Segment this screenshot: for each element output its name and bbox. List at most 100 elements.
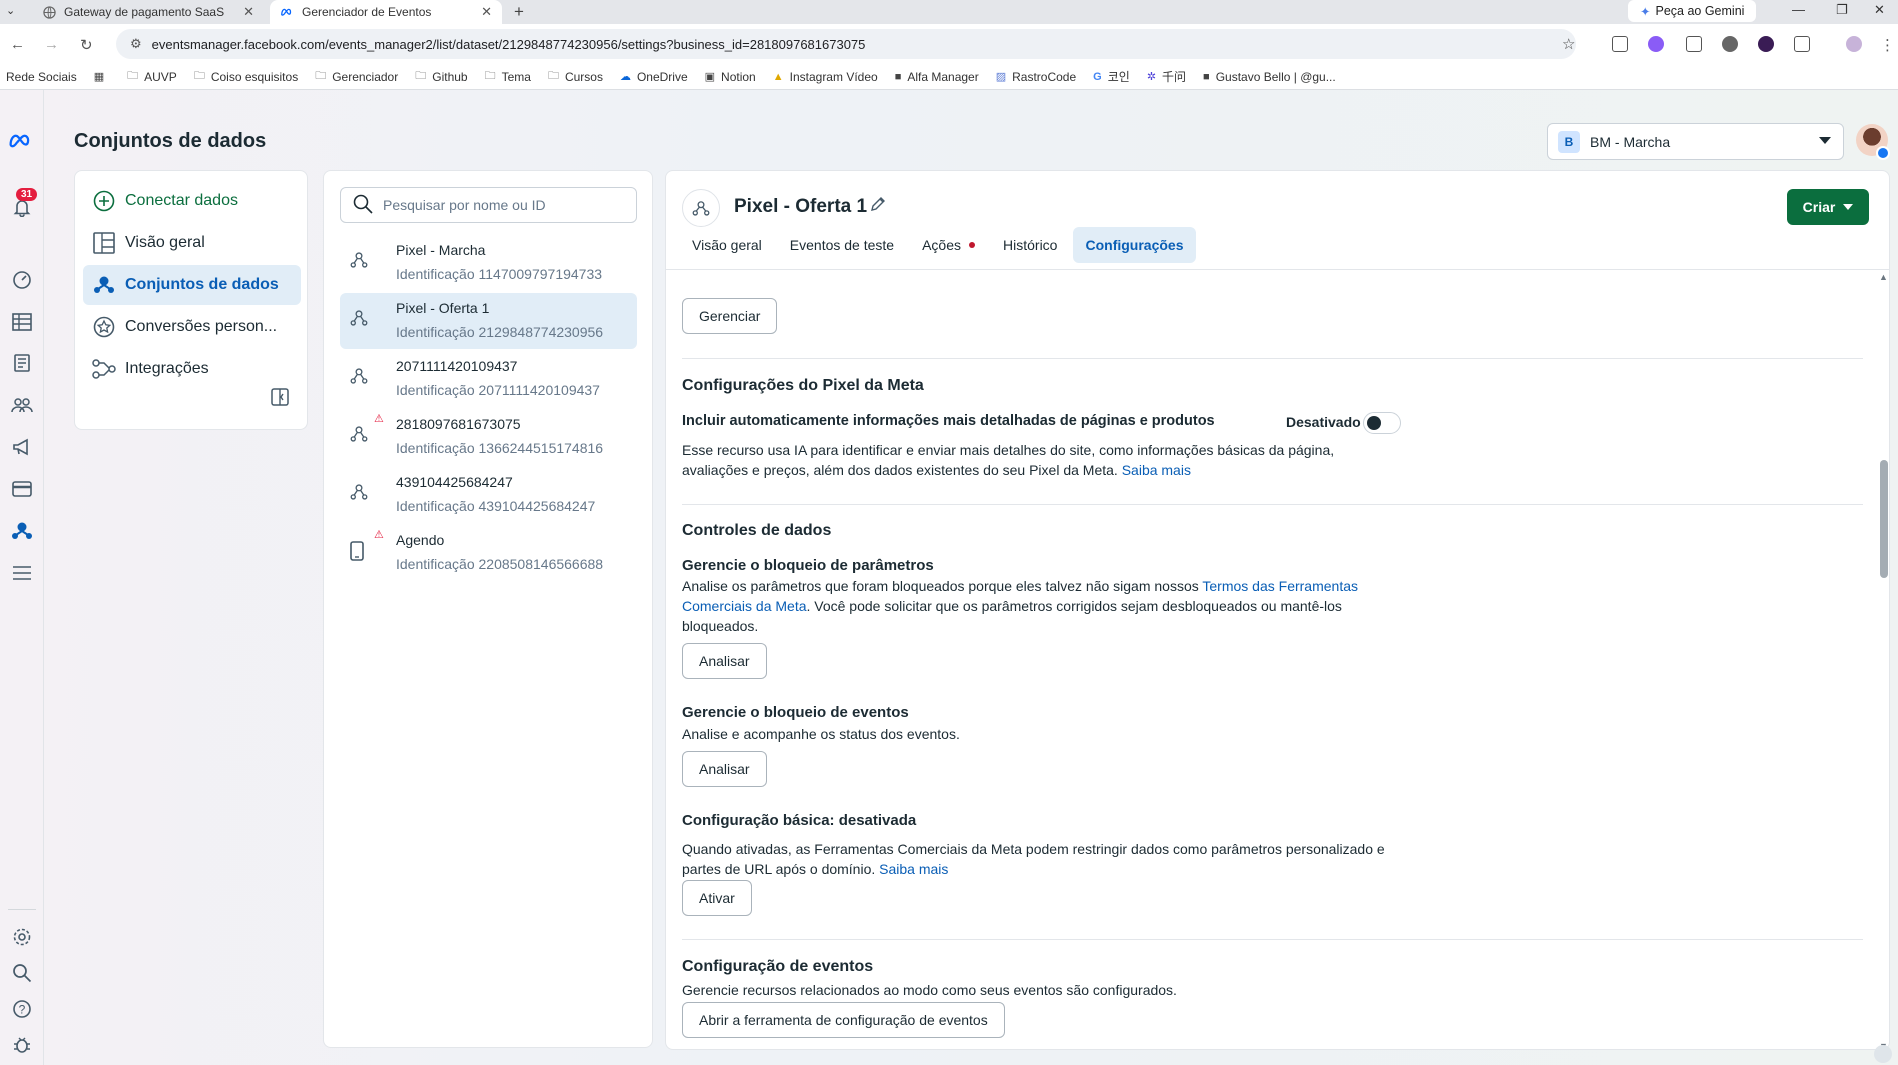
create-label: Criar bbox=[1802, 199, 1836, 215]
datasets-active-icon[interactable] bbox=[11, 520, 33, 542]
tab-actions[interactable]: Ações bbox=[910, 227, 987, 263]
extensions-puzzle-icon[interactable] bbox=[1794, 36, 1810, 52]
bookmark-gustavo-bello[interactable]: ■ Gustavo Bello | @gu... bbox=[1203, 70, 1336, 84]
scrollbar-thumb[interactable] bbox=[1880, 460, 1888, 578]
bookmark-notion[interactable]: ▣ Notion bbox=[705, 70, 756, 84]
table-icon[interactable] bbox=[11, 311, 33, 333]
tab-test-events[interactable]: Eventos de teste bbox=[778, 227, 906, 263]
folder-icon: 🗀 bbox=[484, 70, 496, 82]
folder-icon: 🗀 bbox=[415, 70, 427, 82]
tab-close-icon[interactable]: ✕ bbox=[481, 4, 492, 20]
warning-triangle-icon: ⚠ bbox=[374, 529, 384, 541]
scroll-up-arrow-icon[interactable]: ▲ bbox=[1879, 272, 1888, 282]
nav-datasets[interactable]: Conjuntos de dados bbox=[83, 265, 301, 305]
scrollbar[interactable]: ▲ ▼ bbox=[1877, 270, 1889, 1049]
bookmark-onedrive[interactable]: ☁ OneDrive bbox=[620, 70, 688, 84]
bookmark-google[interactable]: G 코인 bbox=[1093, 68, 1130, 85]
extension-dark-icon[interactable] bbox=[1758, 36, 1774, 52]
tab-overview[interactable]: Visão geral bbox=[680, 227, 774, 263]
billing-card-icon[interactable] bbox=[11, 478, 33, 500]
event-blocking-title: Gerencie o bloqueio de eventos bbox=[682, 704, 909, 721]
audiences-icon[interactable] bbox=[11, 394, 33, 416]
activate-button[interactable]: Ativar bbox=[682, 880, 752, 916]
dataset-list-item[interactable]: Pixel - Marcha Identificação 114700979719… bbox=[340, 235, 637, 291]
new-tab-icon[interactable]: + bbox=[514, 2, 524, 22]
dashboard-gauge-icon[interactable] bbox=[11, 269, 33, 291]
analyze-parameters-button[interactable]: Analisar bbox=[682, 643, 767, 679]
bookmark-qianwen[interactable]: ✲ 千问 bbox=[1147, 68, 1186, 85]
bookmark-rastrocode[interactable]: ▨ RastroCode bbox=[996, 70, 1076, 84]
dataset-list-item[interactable]: 2071111420109437 Identificação 2071111420… bbox=[340, 351, 637, 407]
help-icon[interactable]: ? bbox=[11, 998, 33, 1020]
browser-menu-icon[interactable]: ⋮ bbox=[1880, 36, 1895, 54]
dataset-list-item[interactable]: ⚠ 2818097681673075 Identificação 136624451… bbox=[340, 409, 637, 465]
nav-integrations[interactable]: Integrações bbox=[83, 349, 301, 389]
forward-icon[interactable]: → bbox=[44, 36, 59, 53]
business-initial: B bbox=[1558, 130, 1580, 153]
bookmark-folder[interactable]: 🗀 AUVP bbox=[127, 67, 177, 86]
close-window-icon[interactable]: ✕ bbox=[1874, 2, 1885, 18]
help-bubble-icon[interactable] bbox=[1874, 1045, 1892, 1063]
bookmark-folder[interactable]: 🗀 Tema bbox=[485, 67, 531, 86]
tab-history[interactable]: Histórico bbox=[991, 227, 1069, 263]
analyze-events-button[interactable]: Analisar bbox=[682, 751, 767, 787]
all-tools-menu-icon[interactable] bbox=[11, 562, 33, 584]
pixel-icon bbox=[682, 189, 720, 227]
learn-more-link[interactable]: Saiba mais bbox=[879, 861, 948, 877]
bug-report-icon[interactable] bbox=[11, 1034, 33, 1056]
ask-gemini-button[interactable]: ✦ Peça ao Gemini bbox=[1628, 0, 1757, 22]
edit-pencil-icon[interactable] bbox=[870, 196, 886, 217]
rastrocode-icon: ▨ bbox=[995, 71, 1007, 83]
back-icon[interactable]: ← bbox=[10, 36, 25, 53]
collapse-panel-icon[interactable] bbox=[271, 388, 289, 411]
extension-qr-icon[interactable] bbox=[1612, 36, 1628, 52]
datasets-icon bbox=[91, 273, 117, 297]
dataset-list-item[interactable]: 439104425684247 Identificação 43910442568… bbox=[340, 467, 637, 523]
profile-icon[interactable] bbox=[1846, 36, 1862, 52]
reload-icon[interactable]: ↻ bbox=[80, 36, 93, 54]
bookmark-rede-sociais[interactable]: Rede Sociais bbox=[6, 70, 77, 84]
tab-close-icon[interactable]: ✕ bbox=[243, 4, 254, 20]
browser-tab-events-manager[interactable]: Gerenciador de Eventos ✕ bbox=[270, 0, 502, 24]
rail-divider bbox=[8, 909, 36, 910]
bookmark-folder[interactable]: 🗀 Cursos bbox=[548, 67, 603, 86]
settings-gear-icon[interactable] bbox=[11, 926, 33, 948]
bookmark-instagram-video[interactable]: ▲ Instagram Vídeo bbox=[773, 70, 878, 84]
tab-settings[interactable]: Configurações bbox=[1073, 227, 1196, 263]
extension-camera-icon[interactable] bbox=[1722, 36, 1738, 52]
meta-logo-icon[interactable] bbox=[8, 130, 36, 152]
learn-more-link[interactable]: Saiba mais bbox=[1122, 462, 1191, 478]
cloud-icon: ☁ bbox=[619, 71, 631, 83]
bookmark-folder[interactable]: 🗀 Github bbox=[415, 67, 467, 86]
search-icon[interactable] bbox=[11, 962, 33, 984]
dataset-list-item[interactable]: ⚠ Agendo Identificação 2208508146566688 bbox=[340, 525, 637, 581]
dataset-list-item[interactable]: Pixel - Oferta 1 Identificação 2129848774… bbox=[340, 293, 637, 349]
url-field[interactable]: ⚙ eventsmanager.facebook.com/events_mana… bbox=[116, 29, 1576, 59]
settings-scroll-area[interactable]: Gerenciar Configurações do Pixel da Meta… bbox=[666, 270, 1889, 1049]
restore-icon[interactable]: ❐ bbox=[1836, 2, 1848, 18]
bookmark-folder[interactable]: 🗀 Coiso esquisitos bbox=[194, 67, 298, 86]
catalog-book-icon[interactable] bbox=[11, 352, 33, 374]
manage-button[interactable]: Gerenciar bbox=[682, 298, 778, 334]
create-button[interactable]: Criar bbox=[1787, 189, 1869, 225]
site-info-icon[interactable]: ⚙ bbox=[130, 36, 142, 52]
business-selector[interactable]: B BM - Marcha bbox=[1547, 123, 1844, 160]
extension-purple-icon[interactable] bbox=[1648, 36, 1664, 52]
bookmark-star-icon[interactable]: ☆ bbox=[1562, 35, 1575, 53]
tab-search-chevron-icon[interactable]: ⌄ bbox=[6, 4, 15, 17]
megaphone-icon[interactable] bbox=[11, 436, 33, 458]
auto-details-toggle[interactable] bbox=[1363, 412, 1401, 434]
bookmark-folder[interactable]: 🗀 Gerenciador bbox=[315, 67, 398, 86]
gemini-sparkle-icon: ✦ bbox=[1640, 4, 1651, 19]
apps-grid-icon[interactable]: ▦ bbox=[94, 70, 110, 83]
minimize-icon[interactable]: — bbox=[1792, 2, 1805, 17]
open-event-setup-tool-button[interactable]: Abrir a ferramenta de configuração de ev… bbox=[682, 1002, 1005, 1038]
bookmark-alfa-manager[interactable]: ■ Alfa Manager bbox=[895, 70, 979, 84]
nav-overview[interactable]: Visão geral bbox=[83, 223, 301, 263]
phone-icon bbox=[350, 541, 372, 563]
browser-tab-gateway[interactable]: Gateway de pagamento SaaS ✕ bbox=[32, 0, 264, 24]
extension-copy-icon[interactable] bbox=[1686, 36, 1702, 52]
nav-connect-data[interactable]: Conectar dados bbox=[83, 181, 301, 221]
nav-custom-conversions[interactable]: Conversões person... bbox=[83, 307, 301, 347]
dataset-search-input[interactable]: Pesquisar por nome ou ID bbox=[340, 187, 637, 223]
